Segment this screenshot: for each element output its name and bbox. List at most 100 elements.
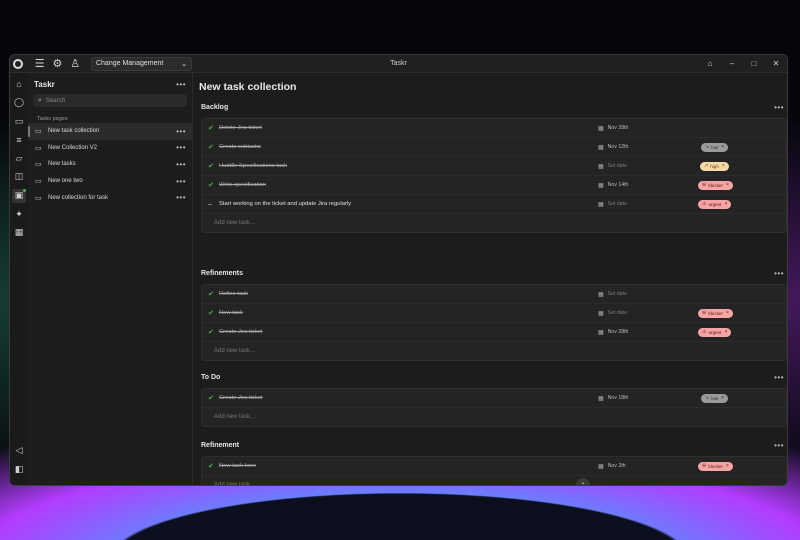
- item-more-button[interactable]: •••: [176, 177, 186, 186]
- task-name[interactable]: Start working on the ticket and update J…: [219, 201, 351, 207]
- sparkle-icon[interactable]: ✦: [12, 207, 26, 221]
- check-icon[interactable]: ✔: [208, 124, 214, 132]
- sidebar-item[interactable]: ▭ New tasks •••: [28, 156, 192, 173]
- group-more-button[interactable]: •••: [774, 373, 784, 382]
- table-row[interactable]: – Start working on the ticket and update …: [202, 195, 786, 214]
- priority-tag[interactable]: ⊖ blocker ×: [698, 461, 733, 471]
- task-group: To Do ••• ✔ Create Jira ticket ▦ Nov 18th ↘ low…: [201, 371, 787, 427]
- table-row[interactable]: ✔ Delete Jira ticket ▦ Nov 28th: [202, 119, 786, 138]
- user-icon[interactable]: ♙: [68, 57, 82, 71]
- priority-tag[interactable]: ⊖ blocker ×: [698, 308, 733, 318]
- folder-icon: ▭: [35, 161, 42, 169]
- group-more-button[interactable]: •••: [774, 269, 784, 278]
- calendar-icon: ▦: [598, 182, 604, 189]
- task-name[interactable]: Refine task: [219, 291, 248, 297]
- menu-icon[interactable]: ☰: [33, 57, 47, 71]
- folder-icon[interactable]: ▱: [12, 151, 26, 165]
- table-row[interactable]: ✔ Write specification ▦ Nov 14th ⊖ blocker ×: [202, 176, 786, 195]
- due-date[interactable]: ▦ Set date: [598, 310, 627, 317]
- due-date[interactable]: ▦ Nov 28th: [598, 329, 628, 336]
- add-task-input[interactable]: Add new task...: [202, 408, 786, 426]
- due-date[interactable]: ▦ Set date: [598, 201, 627, 208]
- sidebar-more-button[interactable]: •••: [176, 80, 186, 89]
- priority-tag[interactable]: ⚠ urgent ×: [698, 327, 732, 337]
- task-name[interactable]: Huddle Specifications task: [219, 163, 287, 169]
- task-name[interactable]: New task here: [219, 463, 256, 469]
- scroll-down-icon[interactable]: ⌄: [576, 478, 590, 485]
- tasks-icon[interactable]: ≡: [12, 133, 26, 147]
- check-icon[interactable]: ✔: [208, 162, 214, 170]
- calendar-icon[interactable]: ▦: [12, 226, 26, 240]
- remove-tag-icon[interactable]: ×: [726, 182, 729, 188]
- chat-icon[interactable]: ◯: [12, 96, 26, 110]
- sidebar-item[interactable]: ▭ New one two •••: [28, 173, 192, 190]
- task-name[interactable]: Create subtasks: [219, 144, 261, 150]
- item-more-button[interactable]: •••: [176, 193, 186, 202]
- due-date[interactable]: ▦ Set date: [598, 163, 627, 170]
- note-icon[interactable]: ◫: [12, 170, 26, 184]
- table-row[interactable]: ✔ Create subtasks ▦ Nov 12th ↘ low ×: [202, 138, 786, 157]
- maximize-button[interactable]: □: [743, 59, 765, 68]
- sidebar-toggle-icon[interactable]: ◧: [12, 462, 26, 476]
- item-more-button[interactable]: •••: [176, 127, 186, 136]
- add-task-input[interactable]: Add new task...: [202, 342, 786, 360]
- check-icon[interactable]: ✔: [208, 290, 214, 298]
- priority-tag[interactable]: ↘ low ×: [701, 393, 729, 403]
- due-date[interactable]: ▦ Set date: [598, 291, 627, 298]
- table-row[interactable]: ✔ New task here ▦ Nov 2th ⊖ blocker ×: [202, 457, 786, 476]
- close-button[interactable]: ✕: [765, 59, 787, 68]
- group-more-button[interactable]: •••: [774, 103, 784, 112]
- table-row[interactable]: ✔ Create Jira ticket ▦ Nov 28th ⚠ urgent ×: [202, 323, 786, 342]
- tag-label: blocker: [708, 182, 724, 188]
- item-more-button[interactable]: •••: [176, 143, 186, 152]
- megaphone-icon[interactable]: ◁: [12, 444, 26, 458]
- task-name[interactable]: Delete Jira ticket: [219, 125, 262, 131]
- check-icon[interactable]: ✔: [208, 394, 214, 402]
- check-icon[interactable]: ✔: [208, 143, 214, 151]
- add-task-input[interactable]: Add new task...: [202, 476, 786, 485]
- remove-tag-icon[interactable]: ×: [726, 310, 729, 316]
- remove-tag-icon[interactable]: ×: [722, 163, 725, 169]
- search-input[interactable]: ⌕ Search: [33, 94, 187, 107]
- sidebar-item[interactable]: ▭ New collection for task •••: [28, 189, 192, 206]
- add-task-input[interactable]: Add new task...: [202, 214, 786, 232]
- task-name[interactable]: Create Jira ticket: [219, 329, 263, 335]
- check-icon[interactable]: ✔: [208, 309, 214, 317]
- remove-tag-icon[interactable]: ×: [721, 395, 724, 401]
- table-row[interactable]: ✔ Refine task ▦ Set date: [202, 285, 786, 304]
- dash-icon[interactable]: –: [208, 201, 212, 208]
- inbox-icon[interactable]: ⌂: [699, 59, 721, 68]
- table-row[interactable]: ✔ New task ▦ Set date ⊖ blocker ×: [202, 304, 786, 323]
- due-date[interactable]: ▦ Nov 28th: [598, 125, 628, 132]
- table-row[interactable]: ✔ Create Jira ticket ▦ Nov 18th ↘ low ×: [202, 389, 786, 408]
- check-icon[interactable]: ✔: [208, 181, 214, 189]
- group-more-button[interactable]: •••: [774, 441, 784, 450]
- book-icon[interactable]: ▭: [12, 114, 26, 128]
- due-date[interactable]: ▦ Nov 2th: [598, 463, 626, 470]
- item-more-button[interactable]: •••: [176, 160, 186, 169]
- sidebar-item[interactable]: ▭ New task collection •••: [28, 123, 192, 140]
- task-name[interactable]: New task: [219, 310, 243, 316]
- priority-tag[interactable]: ⊖ blocker ×: [698, 180, 733, 190]
- settings-icon[interactable]: ⚙: [51, 57, 65, 71]
- board-icon[interactable]: ▣: [12, 188, 26, 203]
- due-date[interactable]: ▦ Nov 14th: [598, 182, 628, 189]
- remove-tag-icon[interactable]: ×: [721, 144, 724, 150]
- task-name[interactable]: Write specification: [219, 182, 266, 188]
- workspace-select[interactable]: Change Management ⌄: [90, 56, 192, 71]
- task-name[interactable]: Create Jira ticket: [219, 395, 263, 401]
- table-row[interactable]: ✔ Huddle Specifications task ▦ Set date ↗ hig…: [202, 157, 786, 176]
- minimize-button[interactable]: –: [721, 59, 743, 68]
- remove-tag-icon[interactable]: ×: [725, 201, 728, 207]
- due-date[interactable]: ▦ Nov 12th: [598, 144, 628, 151]
- priority-tag[interactable]: ↘ low ×: [701, 142, 729, 152]
- check-icon[interactable]: ✔: [208, 328, 214, 336]
- remove-tag-icon[interactable]: ×: [725, 329, 728, 335]
- priority-tag[interactable]: ⚠ urgent ×: [698, 199, 732, 209]
- remove-tag-icon[interactable]: ×: [726, 463, 729, 469]
- home-icon[interactable]: ⌂: [12, 77, 26, 91]
- due-date[interactable]: ▦ Nov 18th: [598, 395, 628, 402]
- priority-tag[interactable]: ↗ high ×: [700, 161, 729, 171]
- sidebar-item[interactable]: ▭ New Collection V2 •••: [28, 140, 192, 157]
- check-icon[interactable]: ✔: [208, 462, 214, 470]
